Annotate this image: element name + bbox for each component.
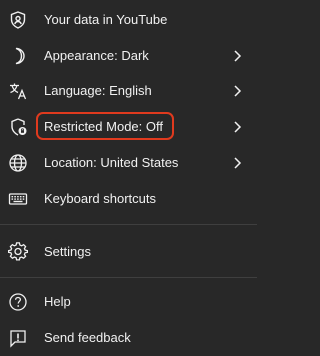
chevron-right-icon — [232, 119, 244, 135]
shield-lock-icon — [8, 117, 28, 137]
menu-divider — [0, 277, 257, 278]
menu-item-label: Settings — [44, 244, 91, 259]
restricted-mode-highlight — [36, 112, 174, 140]
menu-item-location[interactable]: Location: United States — [0, 145, 257, 181]
menu-item-label: Send feedback — [44, 330, 131, 345]
keyboard-icon — [8, 189, 28, 209]
menu-item-send-feedback[interactable]: Send feedback — [0, 320, 257, 356]
menu-item-label: Keyboard shortcuts — [44, 191, 157, 206]
chevron-right-icon — [232, 155, 244, 171]
menu-item-label: Your data in YouTube — [44, 12, 168, 27]
menu-item-your-data[interactable]: Your data in YouTube — [0, 2, 257, 38]
menu-item-label: Location: United States — [44, 155, 179, 170]
menu-item-label: Appearance: Dark — [44, 48, 149, 63]
menu-item-language[interactable]: Language: English — [0, 73, 257, 109]
menu-item-label: Help — [44, 294, 71, 309]
moon-icon — [8, 46, 28, 66]
shield-person-icon — [8, 10, 28, 30]
menu-item-settings[interactable]: Settings — [0, 234, 257, 270]
help-icon — [8, 292, 28, 312]
chevron-right-icon — [232, 83, 244, 99]
translate-icon — [8, 81, 28, 101]
settings-menu: Your data in YouTube Appearance: Dark La… — [0, 0, 257, 354]
menu-item-keyboard-shortcuts[interactable]: Keyboard shortcuts — [0, 181, 257, 217]
feedback-icon — [8, 328, 28, 348]
globe-icon — [8, 153, 28, 173]
menu-item-label: Language: English — [44, 83, 152, 98]
gear-icon — [8, 242, 28, 262]
menu-divider — [0, 224, 257, 225]
menu-item-help[interactable]: Help — [0, 284, 257, 320]
chevron-right-icon — [232, 48, 244, 64]
menu-item-appearance[interactable]: Appearance: Dark — [0, 38, 257, 74]
